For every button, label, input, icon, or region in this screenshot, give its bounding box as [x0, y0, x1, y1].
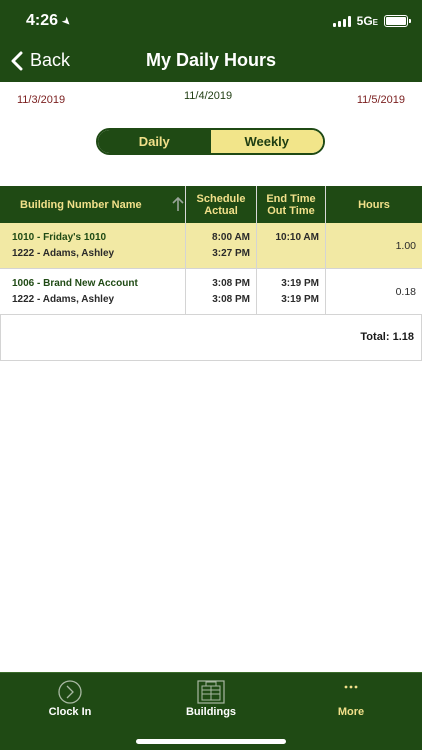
header-schedule-label: Schedule — [196, 192, 246, 205]
total-hours: Total: 1.18 — [360, 331, 414, 343]
battery-icon — [384, 15, 411, 27]
schedule-time: 3:08 PM — [212, 278, 250, 289]
top-bar: 4:26 ➤ 5GE Back My Daily Hours — [0, 0, 422, 82]
hours-value: 0.18 — [395, 286, 416, 298]
status-time: 4:26 ➤ — [26, 12, 74, 30]
cell-hours: 1.00 — [326, 223, 422, 268]
tab-bar: Clock In Buildings More — [0, 672, 422, 750]
building-name: 1006 - Brand New Account — [12, 278, 138, 289]
tab-more[interactable]: More — [281, 673, 421, 750]
header-building-label: Building Number Name — [20, 198, 142, 211]
header-schedule[interactable]: Schedule Actual — [186, 186, 257, 223]
tab-clock-in[interactable]: Clock In — [0, 673, 140, 750]
employee-name: 1222 - Adams, Ashley — [12, 294, 115, 305]
schedule-time: 8:00 AM — [212, 232, 250, 243]
network-text: 5G — [356, 14, 373, 28]
home-indicator — [136, 739, 286, 744]
cell-building: 1010 - Friday's 1010 1222 - Adams, Ashle… — [0, 223, 186, 268]
back-button[interactable]: Back — [10, 50, 70, 71]
table-header: Building Number Name Schedule Actual End … — [0, 186, 422, 223]
clock-in-icon — [58, 680, 82, 704]
header-hours-label: Hours — [358, 198, 390, 211]
buildings-icon — [197, 680, 225, 704]
network-label: 5GE — [357, 14, 378, 28]
employee-name: 1222 - Adams, Ashley — [12, 248, 115, 259]
building-name: 1010 - Friday's 1010 — [12, 232, 107, 243]
actual-time: 3:08 PM — [212, 294, 250, 305]
hours-table: Building Number Name Schedule Actual End … — [0, 186, 422, 361]
header-hours[interactable]: Hours — [326, 186, 422, 223]
more-icon — [344, 685, 358, 689]
table-row[interactable]: 1006 - Brand New Account 1222 - Adams, A… — [0, 269, 422, 315]
network-suffix: E — [372, 18, 378, 27]
cell-end-time: 3:19 PM 3:19 PM — [257, 269, 326, 314]
header-out-time-label: Out Time — [267, 204, 315, 217]
current-date: 11/4/2019 — [184, 90, 233, 102]
status-indicators: 5GE — [332, 14, 411, 28]
previous-date-link[interactable]: 11/3/2019 — [17, 94, 65, 106]
actual-time: 3:27 PM — [212, 248, 250, 259]
end-time: 10:10 AM — [275, 232, 319, 243]
back-label: Back — [30, 50, 71, 70]
header-actual-label: Actual — [204, 204, 238, 217]
cell-schedule: 3:08 PM 3:08 PM — [186, 269, 257, 314]
table-row[interactable]: 1010 - Friday's 1010 1222 - Adams, Ashle… — [0, 223, 422, 269]
chevron-left-icon — [11, 51, 23, 70]
header-end-time[interactable]: End Time Out Time — [257, 186, 326, 223]
tab-more-label: More — [337, 706, 365, 718]
cell-building: 1006 - Brand New Account 1222 - Adams, A… — [0, 269, 186, 314]
status-time-text: 4:26 — [26, 12, 59, 29]
daily-toggle-option[interactable]: Daily — [98, 130, 211, 153]
location-arrow-icon: ➤ — [58, 13, 74, 29]
weekly-toggle-option[interactable]: Weekly — [210, 130, 323, 153]
tab-clock-in-label: Clock In — [48, 706, 92, 718]
signal-icon — [332, 15, 351, 27]
header-end-time-label: End Time — [266, 192, 316, 205]
next-date-link[interactable]: 11/5/2019 — [357, 94, 405, 106]
cell-hours: 0.18 — [326, 269, 422, 314]
cell-schedule: 8:00 AM 3:27 PM — [186, 223, 257, 268]
out-time: 3:19 PM — [281, 294, 319, 305]
sort-arrow-up-icon[interactable] — [171, 195, 185, 213]
period-toggle: Daily Weekly — [96, 128, 325, 155]
total-row: Total: 1.18 — [0, 315, 422, 361]
tab-buildings-label: Buildings — [185, 706, 237, 718]
header-building[interactable]: Building Number Name — [0, 186, 186, 223]
hours-value: 1.00 — [395, 240, 416, 252]
cell-end-time: 10:10 AM — [257, 223, 326, 268]
end-time: 3:19 PM — [281, 278, 319, 289]
